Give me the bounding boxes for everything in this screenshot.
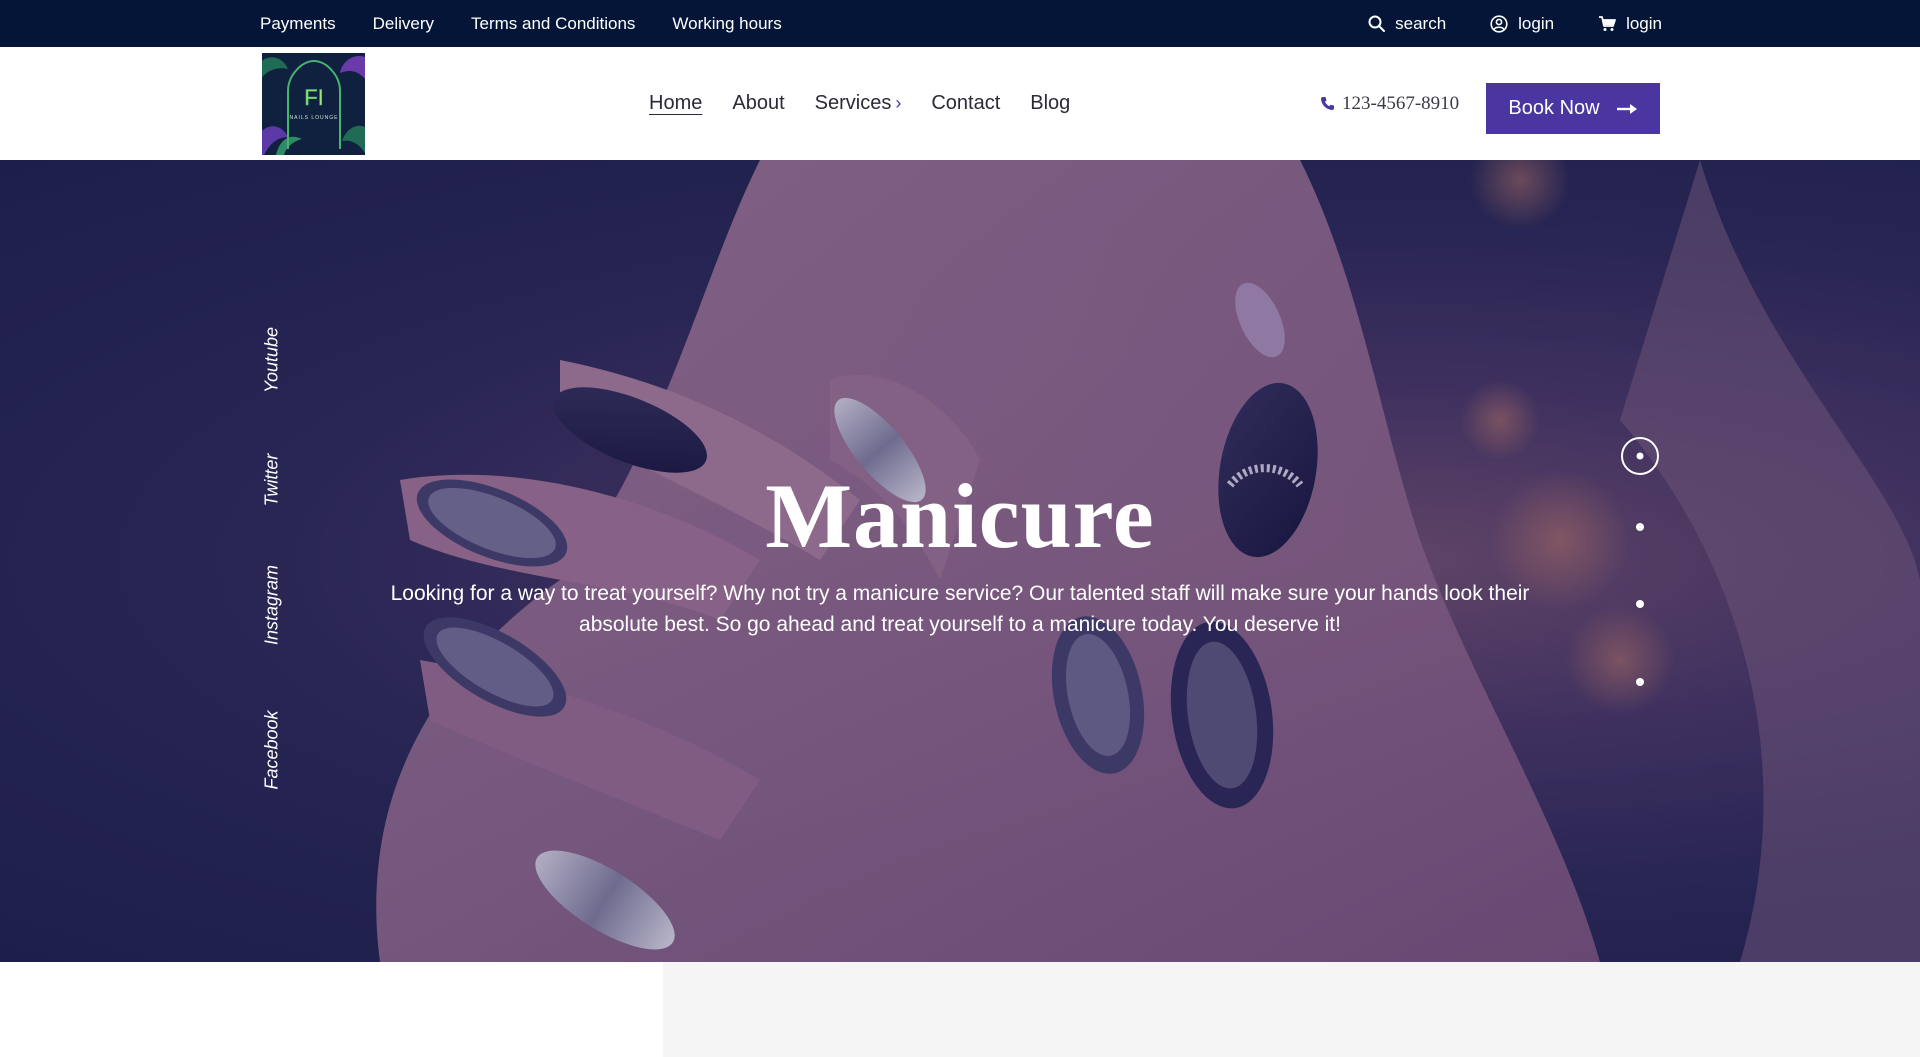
phone-icon (1321, 97, 1334, 110)
top-bar: Payments Delivery Terms and Conditions W… (0, 0, 1920, 47)
search-label: search (1395, 13, 1447, 33)
top-bar-actions: search login login (1368, 0, 1662, 47)
topbar-link-terms[interactable]: Terms and Conditions (471, 14, 635, 34)
topbar-link-working-hours[interactable]: Working hours (672, 14, 781, 34)
social-instagram-label: Instagram (261, 564, 282, 646)
nav-blog[interactable]: Blog (1030, 92, 1070, 115)
bottom-section-left (0, 962, 663, 1057)
nav-services[interactable]: Services › (815, 92, 902, 115)
nav-about[interactable]: About (732, 92, 784, 115)
slide-dot-1[interactable] (1621, 437, 1659, 475)
book-now-label: Book Now (1508, 97, 1600, 119)
slide-dot-4[interactable] (1636, 678, 1644, 686)
svg-text:NAILS LOUNGE: NAILS LOUNGE (290, 115, 339, 121)
social-facebook[interactable]: Facebook (262, 708, 282, 792)
arrow-right-icon (1616, 103, 1638, 115)
svg-text:FI: FI (304, 85, 324, 110)
social-instagram[interactable]: Instagram (262, 562, 282, 648)
hero-slider: Youtube Twitter Instagram Facebook Manic… (0, 160, 1920, 962)
book-now-button[interactable]: Book Now (1486, 83, 1660, 134)
bottom-section-right (663, 962, 1920, 1057)
login-button[interactable]: login (1490, 14, 1554, 34)
social-youtube-label: Youtube (261, 326, 282, 394)
nav-home[interactable]: Home (649, 92, 702, 115)
slide-dot-3[interactable] (1636, 600, 1644, 608)
login-label: login (1518, 13, 1555, 33)
top-bar-links: Payments Delivery Terms and Conditions W… (260, 0, 819, 47)
main-header: FI NAILS LOUNGE Home About Services › Co… (0, 47, 1920, 160)
phone-link[interactable]: 123-4567-8910 (1320, 47, 1459, 160)
phone-number: 123-4567-8910 (1342, 92, 1460, 114)
cart-button[interactable]: login (1598, 14, 1662, 34)
social-youtube[interactable]: Youtube (262, 325, 282, 395)
cart-label: login (1626, 13, 1662, 33)
main-nav: Home About Services › Contact Blog (649, 47, 1100, 160)
search-icon (1368, 15, 1386, 32)
social-facebook-label: Facebook (261, 710, 282, 790)
topbar-link-payments[interactable]: Payments (260, 14, 336, 34)
nav-services-label: Services (814, 92, 892, 114)
cart-icon (1599, 15, 1616, 31)
user-circle-icon (1490, 14, 1508, 33)
nav-contact[interactable]: Contact (931, 92, 1000, 115)
topbar-link-delivery[interactable]: Delivery (373, 14, 434, 34)
hero-description: Looking for a way to treat yourself? Why… (390, 582, 1530, 636)
hero-title: Manicure (765, 465, 1155, 567)
logo[interactable]: FI NAILS LOUNGE (262, 53, 365, 155)
slide-dot-2[interactable] (1636, 523, 1644, 531)
search-button[interactable]: search (1368, 14, 1446, 34)
chevron-right-icon: › (895, 93, 902, 113)
